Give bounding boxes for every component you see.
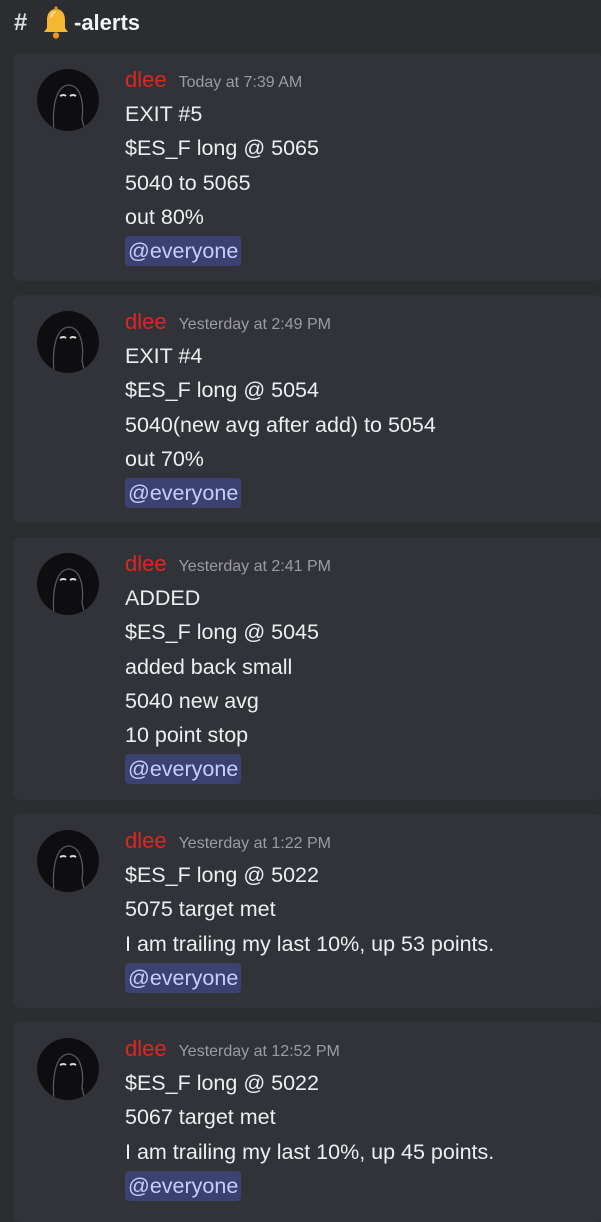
author-name[interactable]: dlee xyxy=(125,67,167,93)
message-line: 5067 target met xyxy=(125,1105,276,1130)
avatar[interactable] xyxy=(37,553,99,615)
message-timestamp: Yesterday at 1:22 PM xyxy=(178,835,331,852)
message-timestamp: Yesterday at 2:49 PM xyxy=(178,316,331,333)
message-line: EXIT #4 xyxy=(125,344,203,368)
everyone-mention[interactable]: @everyone xyxy=(125,236,242,267)
message-line: out 70% xyxy=(125,446,204,471)
message-line: added back small xyxy=(125,654,293,679)
message-line: $ES_F long @ 5045 xyxy=(125,620,319,645)
avatar[interactable] xyxy=(37,830,99,892)
message-timestamp: Today at 7:39 AM xyxy=(178,74,303,91)
message-line: 5040 new avg xyxy=(125,688,259,713)
message: dlee Yesterday at 1:22 PM $ES_F long @ 5… xyxy=(13,814,601,1008)
message-line: 5040(new avg after add) to 5054 xyxy=(125,412,436,437)
everyone-mention[interactable]: @everyone xyxy=(125,478,242,509)
everyone-mention[interactable]: @everyone xyxy=(125,1170,242,1201)
message: dlee Yesterday at 12:52 PM $ES_F long @ … xyxy=(13,1022,601,1222)
message-line: $ES_F long @ 5065 xyxy=(125,136,319,161)
message-line: 10 point stop xyxy=(125,723,249,748)
avatar[interactable] xyxy=(37,311,99,373)
channel-header: # -alerts xyxy=(0,0,601,46)
message-timestamp: Yesterday at 12:52 PM xyxy=(178,1043,340,1060)
message-line: out 80% xyxy=(125,204,204,229)
message-line: 5040 to 5065 xyxy=(125,170,251,195)
avatar[interactable] xyxy=(37,69,99,131)
message-line: EXIT #5 xyxy=(125,102,203,126)
message-line: 5075 target met xyxy=(125,897,276,922)
message-line: ADDED xyxy=(125,586,201,610)
message-line: $ES_F long @ 5022 xyxy=(125,863,319,887)
message: dlee Yesterday at 2:41 PM ADDED $ES_F lo… xyxy=(13,537,601,800)
everyone-mention[interactable]: @everyone xyxy=(125,962,242,993)
message-timestamp: Yesterday at 2:41 PM xyxy=(178,558,331,575)
author-name[interactable]: dlee xyxy=(125,828,167,854)
bell-icon xyxy=(44,6,68,39)
message: dlee Today at 7:39 AM EXIT #5 $ES_F long… xyxy=(13,53,601,281)
message-line: $ES_F long @ 5054 xyxy=(125,378,319,403)
author-name[interactable]: dlee xyxy=(125,1036,167,1062)
everyone-mention[interactable]: @everyone xyxy=(125,754,242,785)
message-line: I am trailing my last 10%, up 53 points. xyxy=(125,931,495,956)
message-line: I am trailing my last 10%, up 45 points. xyxy=(125,1139,495,1164)
message: dlee Yesterday at 2:49 PM EXIT #4 $ES_F … xyxy=(13,295,601,523)
author-name[interactable]: dlee xyxy=(125,309,167,335)
author-name[interactable]: dlee xyxy=(125,551,167,577)
message-line: $ES_F long @ 5022 xyxy=(125,1071,319,1095)
hash-lock-icon: # xyxy=(14,9,36,37)
avatar[interactable] xyxy=(37,1038,99,1100)
channel-name[interactable]: -alerts xyxy=(74,10,140,36)
